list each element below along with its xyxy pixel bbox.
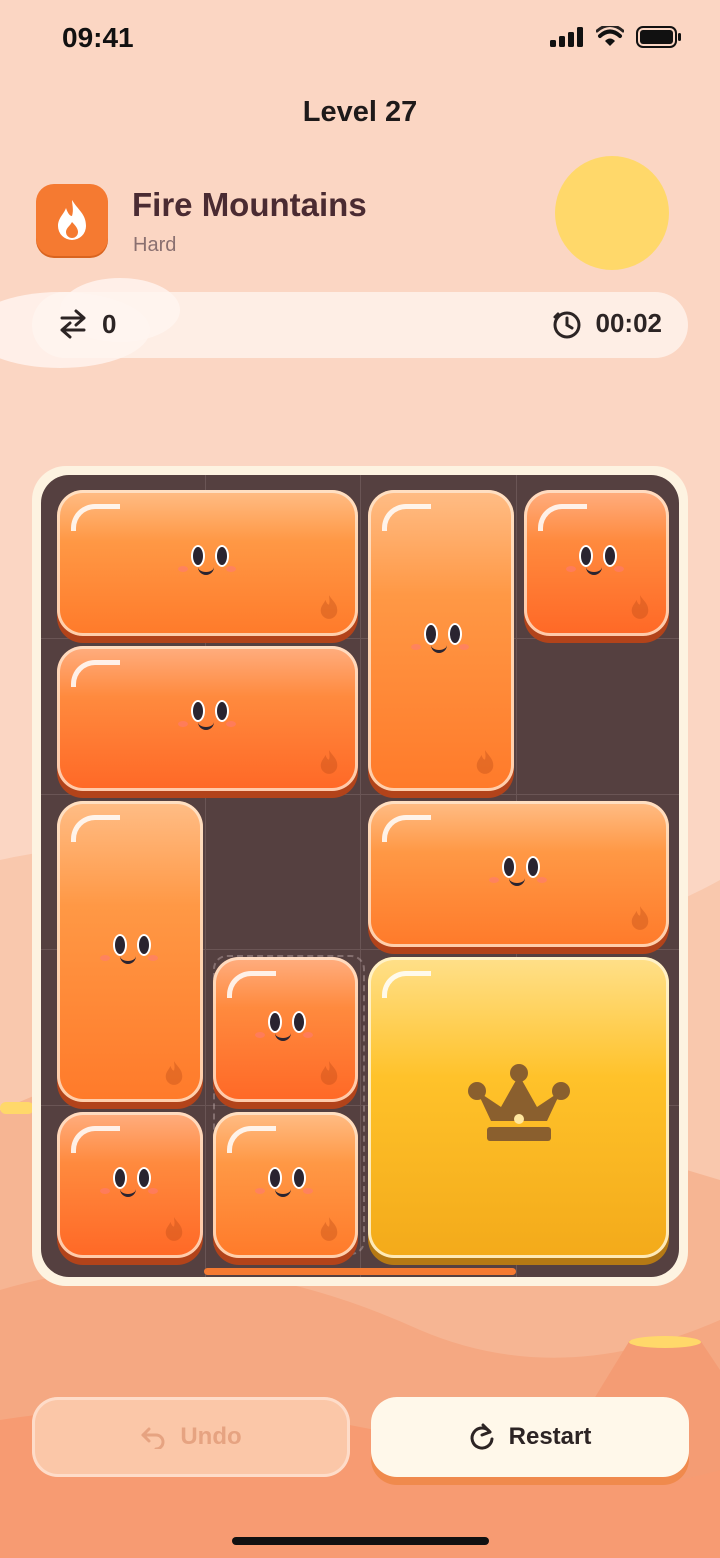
undo-label: Undo	[180, 1423, 242, 1450]
timer-value: 00:02	[595, 308, 663, 338]
shine-highlight	[226, 970, 276, 998]
undo-arrow-icon	[141, 1427, 165, 1449]
shine-highlight	[71, 1126, 120, 1153]
jelly-block[interactable]	[57, 801, 203, 1102]
flame-watermark-icon	[165, 1216, 182, 1241]
wifi-icon	[596, 26, 624, 46]
stats-bar: 0 00:02	[32, 292, 688, 358]
status-bar: 09:41	[62, 22, 682, 58]
jelly-block[interactable]	[57, 645, 358, 791]
shine-highlight	[71, 504, 120, 531]
smiley-face-icon	[488, 855, 549, 896]
battery-icon	[636, 26, 681, 48]
shine-highlight	[382, 504, 431, 531]
smiley-face-icon	[99, 933, 160, 974]
flame-watermark-icon	[320, 594, 338, 619]
clock: 09:41	[62, 22, 134, 53]
flame-watermark-icon	[320, 750, 338, 774]
grid-line	[41, 794, 679, 795]
flame-watermark-icon	[476, 750, 493, 774]
smiley-face-icon	[99, 1166, 160, 1207]
smiley-face-icon	[255, 1166, 315, 1207]
difficulty-label: Hard	[133, 234, 177, 256]
flame-icon	[58, 200, 86, 240]
home-indicator[interactable]	[232, 1537, 489, 1545]
sun-decoration	[555, 156, 669, 270]
flame-watermark-icon	[631, 905, 649, 930]
smiley-face-icon	[255, 1011, 315, 1051]
world-badge	[36, 184, 108, 256]
shine-highlight	[71, 815, 120, 842]
restart-label: Restart	[508, 1423, 592, 1450]
moves-counter: 0	[58, 308, 116, 340]
flame-watermark-icon	[631, 594, 649, 619]
jelly-block[interactable]	[523, 490, 669, 636]
swap-arrows-icon	[60, 309, 86, 339]
jelly-block[interactable]	[212, 956, 358, 1102]
smiley-face-icon	[410, 622, 471, 663]
world-name: Fire Mountains	[132, 186, 367, 223]
puzzle-board	[41, 475, 679, 1277]
shine-highlight	[382, 970, 431, 998]
smiley-face-icon	[177, 700, 238, 740]
exit-track	[204, 1268, 516, 1275]
shine-highlight	[537, 504, 587, 531]
stopwatch-icon	[553, 311, 580, 338]
jelly-block[interactable]	[57, 1112, 203, 1258]
smiley-face-icon	[566, 544, 626, 585]
jelly-block[interactable]	[368, 490, 514, 791]
restart-button[interactable]: Restart	[371, 1397, 689, 1477]
elapsed-timer: 00:02	[552, 308, 663, 339]
jelly-block[interactable]	[57, 490, 358, 636]
undo-button[interactable]: Undo	[32, 1397, 350, 1477]
flame-watermark-icon	[320, 1061, 338, 1085]
jelly-block[interactable]	[212, 1112, 358, 1258]
restart-icon	[470, 1423, 494, 1450]
shine-highlight	[382, 815, 431, 842]
moves-value: 0	[102, 308, 117, 339]
grid-line	[41, 638, 679, 639]
level-title: Level 27	[302, 96, 418, 128]
flame-watermark-icon	[165, 1061, 182, 1085]
smiley-face-icon	[177, 544, 238, 585]
flame-watermark-icon	[320, 1216, 338, 1241]
crown-block[interactable]	[368, 956, 669, 1258]
shine-highlight	[71, 659, 120, 687]
jelly-block[interactable]	[368, 801, 669, 947]
crown-icon	[467, 1064, 570, 1141]
cellular-signal-icon	[550, 27, 583, 47]
shine-highlight	[226, 1126, 276, 1153]
